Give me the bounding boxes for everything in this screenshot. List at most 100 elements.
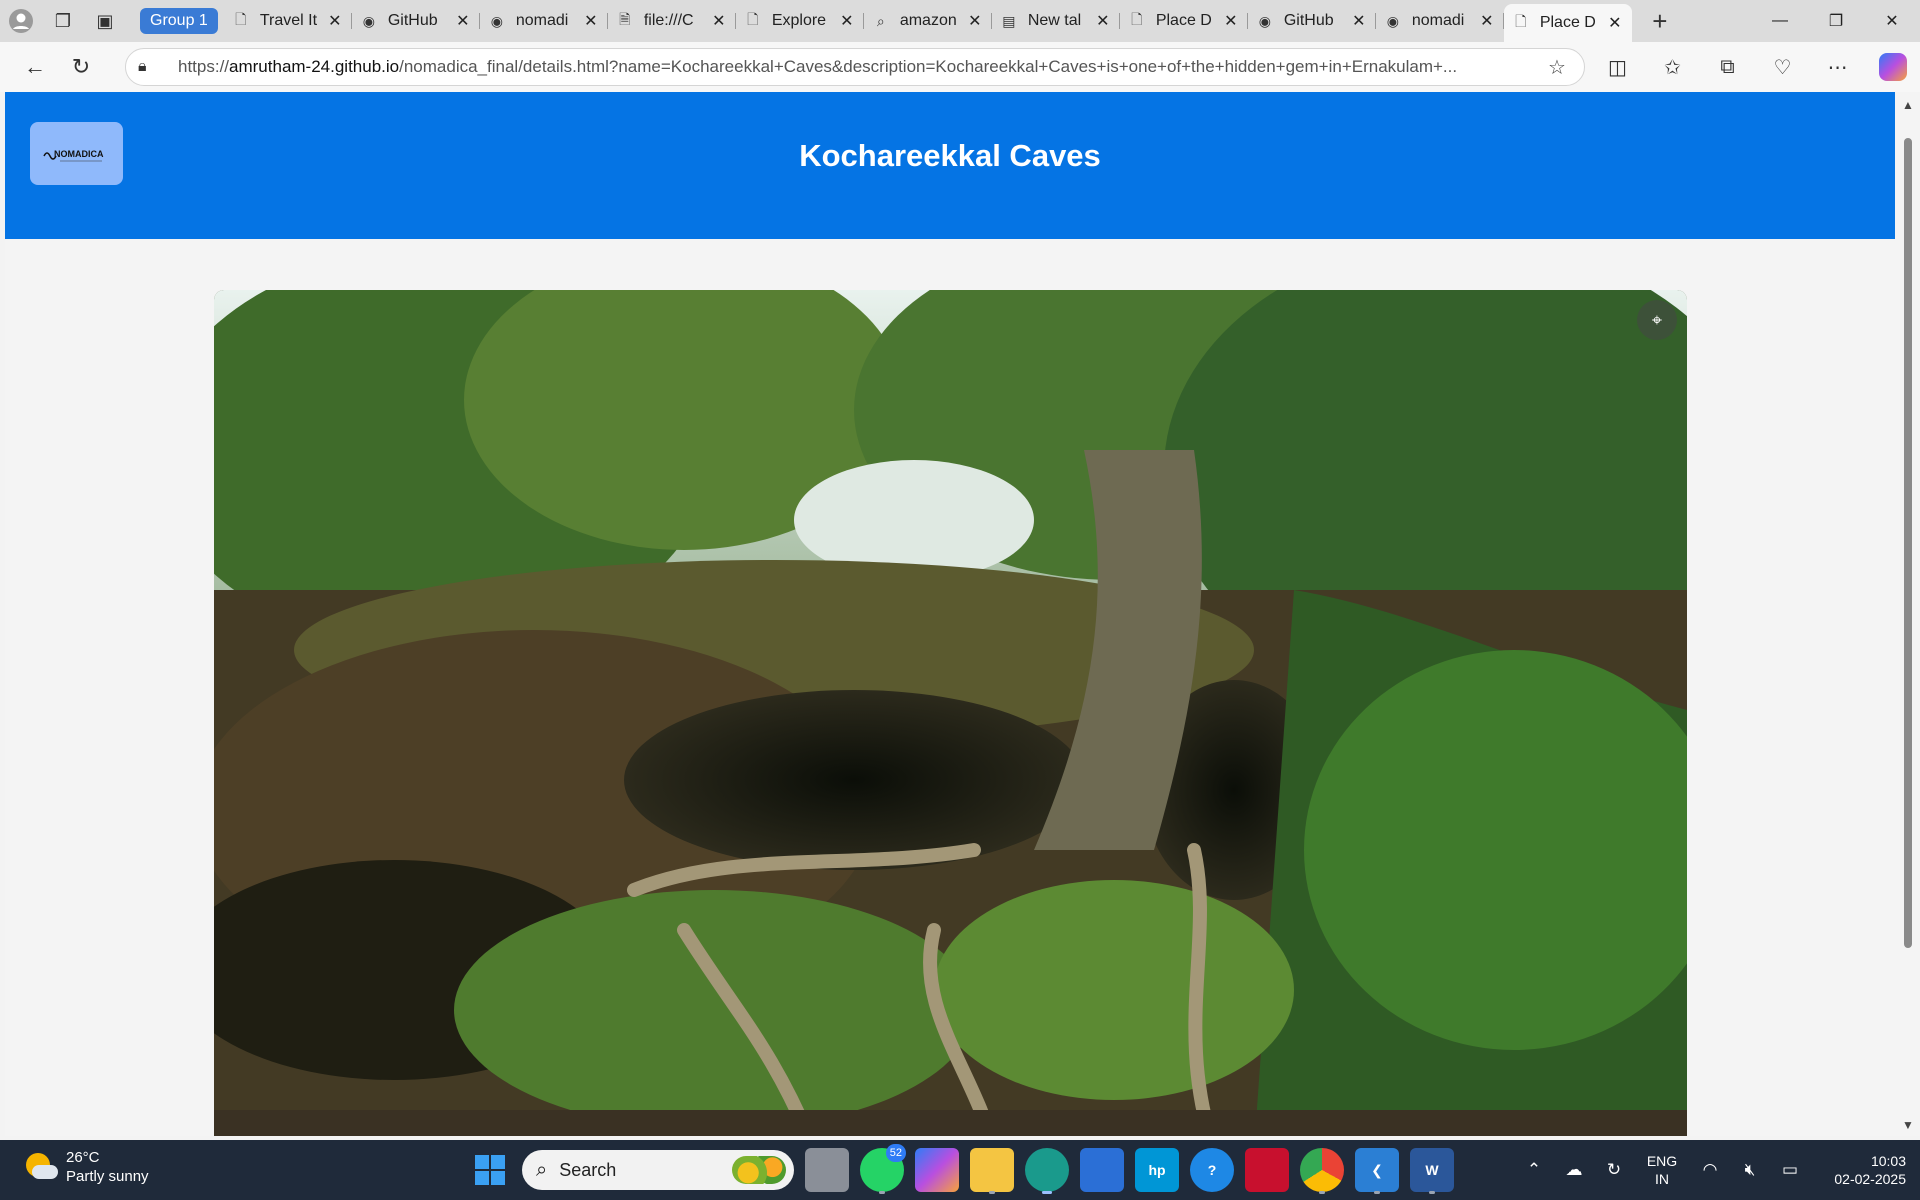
close-tab-icon[interactable]: ✕: [582, 11, 600, 31]
task-view-icon[interactable]: [805, 1148, 849, 1192]
more-menu-icon[interactable]: ⋯: [1810, 47, 1865, 87]
browser-tab[interactable]: 🗋︎ Place D ✕: [1503, 4, 1632, 42]
restore-button[interactable]: ❐: [1808, 0, 1864, 42]
chevron-up-icon[interactable]: ⌃: [1514, 1160, 1554, 1180]
region-code: IN: [1655, 1171, 1669, 1187]
whatsapp-badge: 52: [885, 1144, 906, 1162]
tab-group-chip[interactable]: Group 1: [140, 8, 218, 34]
close-tab-icon[interactable]: ✕: [838, 11, 856, 31]
close-tab-icon[interactable]: ✕: [326, 11, 344, 31]
tab-title: Place D: [1155, 12, 1212, 29]
favorites-icon[interactable]: ✩: [1645, 47, 1700, 87]
temperature: 26°C: [66, 1149, 100, 1166]
ms-store-icon[interactable]: [1080, 1148, 1124, 1192]
tab-actions-icon[interactable]: ▣: [84, 0, 126, 42]
collections-icon[interactable]: ⧉: [1700, 47, 1755, 87]
vscode-icon[interactable]: ❮: [1355, 1148, 1399, 1194]
minimize-button[interactable]: —: [1752, 0, 1808, 42]
browser-tab[interactable]: 🗋︎ Explore ✕: [736, 4, 864, 38]
windows-taskbar: 26°C Partly sunny ⌕ Search 52 hp ? ❮ W ⌃…: [0, 1140, 1920, 1200]
search-highlight-icon: [732, 1156, 786, 1184]
tab-title: GitHub: [387, 12, 438, 29]
close-tab-icon[interactable]: ✕: [454, 11, 472, 31]
battery-icon[interactable]: ▭: [1770, 1160, 1810, 1180]
github-icon: ◉: [490, 12, 503, 29]
file-explorer-icon[interactable]: [970, 1148, 1014, 1194]
browser-tab[interactable]: 🗎︎ file:///C ✕: [608, 4, 736, 38]
edge-icon[interactable]: [1025, 1148, 1069, 1194]
scroll-down-icon[interactable]: ▼: [1902, 1118, 1914, 1132]
language-indicator[interactable]: ENG IN: [1634, 1152, 1690, 1188]
split-screen-icon[interactable]: ◫: [1590, 47, 1645, 87]
myhp-icon[interactable]: hp: [1135, 1148, 1179, 1192]
whatsapp-icon[interactable]: 52: [860, 1144, 906, 1194]
search-placeholder: Search: [559, 1159, 617, 1180]
copilot-app-icon[interactable]: [915, 1148, 959, 1192]
browser-toolbar: ← ↻ 🔒︎ https://amrutham-24.github.io/nom…: [0, 42, 1920, 92]
workspaces-icon[interactable]: ❐: [42, 0, 84, 42]
start-button[interactable]: [468, 1148, 512, 1192]
tab-title: Explore: [771, 12, 827, 29]
scrollbar-thumb[interactable]: [1904, 138, 1912, 948]
browser-tab[interactable]: ▤ New tal ✕: [992, 4, 1120, 38]
tab-title: nomadi: [515, 12, 569, 29]
word-icon[interactable]: W: [1410, 1148, 1454, 1194]
refresh-button[interactable]: ↻: [58, 47, 104, 87]
browser-essentials-icon[interactable]: ♡: [1755, 47, 1810, 87]
browser-tab[interactable]: ◉ GitHub ✕: [1248, 4, 1376, 38]
address-bar[interactable]: 🔒︎ https://amrutham-24.github.io/nomadic…: [125, 48, 1585, 86]
weather-condition: Partly sunny: [66, 1168, 149, 1185]
search-icon: ⌕: [536, 1158, 548, 1181]
profile-icon[interactable]: [0, 0, 42, 42]
close-tab-icon[interactable]: ✕: [1094, 11, 1112, 31]
web-page: NOMADICA Kochareekkal Caves ⌖: [5, 92, 1895, 1136]
volume-muted-icon[interactable]: 🔇︎: [1730, 1160, 1770, 1180]
page-icon: 🗋︎: [235, 11, 247, 27]
time-text: 10:03: [1870, 1153, 1906, 1169]
new-tab-button[interactable]: +: [1640, 1, 1680, 41]
browser-tab[interactable]: 🗋︎ Place D ✕: [1120, 4, 1248, 38]
close-tab-icon[interactable]: ✕: [1478, 11, 1496, 31]
help-icon[interactable]: ?: [1190, 1148, 1234, 1192]
browser-tab[interactable]: ⌕ amazon ✕: [864, 4, 992, 38]
close-tab-icon[interactable]: ✕: [710, 11, 728, 31]
taskbar-search[interactable]: ⌕ Search: [522, 1150, 794, 1190]
weather-widget[interactable]: 26°C Partly sunny: [22, 1148, 149, 1186]
file-icon: 🗎︎: [619, 11, 631, 27]
newtab-icon: ▤: [1002, 12, 1016, 29]
scroll-up-icon[interactable]: ▲: [1902, 98, 1914, 112]
page-icon: 🗋︎: [747, 11, 759, 27]
onedrive-icon[interactable]: ☁: [1554, 1160, 1594, 1180]
tab-strip: 🗋︎ Travel It ✕ ◉ GitHub ✕ ◉ nomadi ✕ 🗎︎ file:///C ✕…: [224, 0, 1632, 42]
close-window-button[interactable]: ✕: [1864, 0, 1920, 42]
sync-icon[interactable]: ↻: [1594, 1160, 1634, 1180]
chrome-icon[interactable]: [1300, 1148, 1344, 1194]
toolbar-right: ◫ ✩ ⧉ ♡ ⋯: [1590, 42, 1920, 92]
back-button[interactable]: ←: [12, 47, 58, 87]
close-tab-icon[interactable]: ✕: [1222, 11, 1240, 31]
browser-tab[interactable]: 🗋︎ Travel It ✕: [224, 4, 352, 38]
window-controls: — ❐ ✕: [1752, 0, 1920, 42]
page-scrollbar[interactable]: ▲ ▼: [1895, 92, 1920, 1136]
lock-icon[interactable]: 🔒︎: [138, 58, 168, 76]
close-tab-icon[interactable]: ✕: [1606, 13, 1624, 33]
browser-tab[interactable]: ◉ nomadi ✕: [480, 4, 608, 38]
close-tab-icon[interactable]: ✕: [1350, 11, 1368, 31]
tab-title: GitHub: [1283, 12, 1334, 29]
favorite-star-icon[interactable]: ☆: [1542, 55, 1572, 80]
visual-search-icon[interactable]: ⌖: [1637, 300, 1677, 340]
browser-tab[interactable]: ◉ nomadi ✕: [1376, 4, 1504, 38]
clock[interactable]: 10:03 02-02-2025: [1810, 1152, 1920, 1188]
tab-title: Place D: [1539, 14, 1596, 31]
github-icon: ◉: [1386, 12, 1399, 29]
close-tab-icon[interactable]: ✕: [966, 11, 984, 31]
url-text[interactable]: https://amrutham-24.github.io/nomadica_f…: [168, 57, 1542, 77]
browser-tab[interactable]: ◉ GitHub ✕: [352, 4, 480, 38]
copilot-icon[interactable]: [1865, 47, 1920, 87]
tab-title: New tal: [1027, 12, 1082, 29]
place-photo: ⌖: [214, 290, 1687, 1136]
mcafee-icon[interactable]: [1245, 1148, 1289, 1192]
wifi-icon[interactable]: ◠: [1690, 1160, 1730, 1180]
tab-title: amazon: [899, 12, 957, 29]
partly-sunny-icon: [22, 1149, 58, 1185]
